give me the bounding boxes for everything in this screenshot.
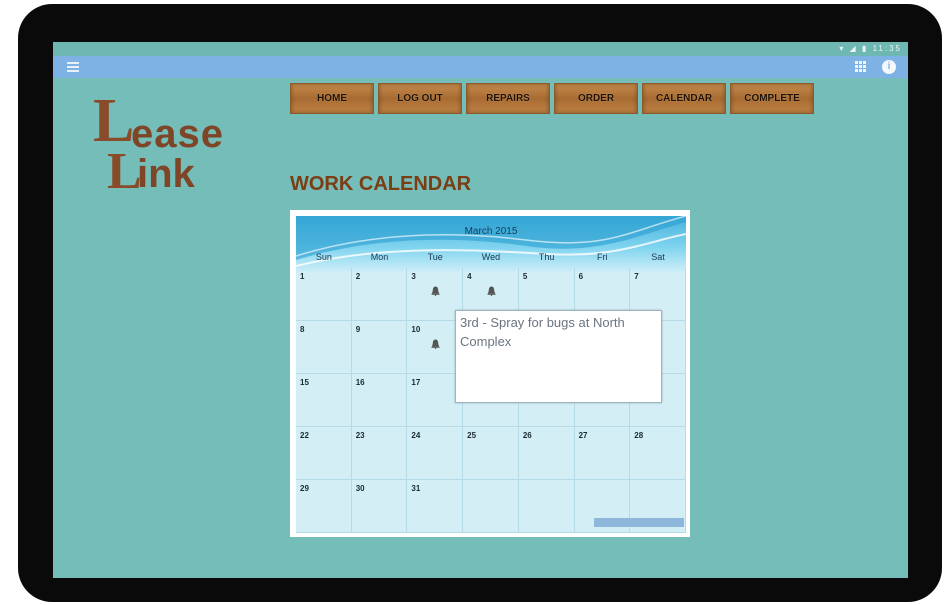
day-number: 3: [411, 272, 416, 281]
weekday-label: Tue: [427, 252, 443, 262]
day-cell[interactable]: 29: [296, 480, 352, 533]
day-number: 31: [411, 484, 421, 493]
bell-icon[interactable]: [431, 286, 440, 296]
day-cell[interactable]: 8: [296, 321, 352, 374]
weekday-label: Sun: [315, 252, 332, 262]
grid-icon[interactable]: [855, 61, 866, 72]
logo-word-ease: ease: [131, 112, 224, 156]
day-number: 30: [355, 484, 365, 493]
action-bar: i: [53, 56, 908, 78]
day-number: 29: [300, 484, 309, 493]
day-cell[interactable]: 23: [351, 427, 408, 480]
weekday-label: Mon: [370, 252, 389, 262]
event-popup-text: 3rd - Spray for bugs at North Complex: [460, 315, 625, 349]
calendar-header: March 2015 Sun Mon Tue Wed Thu Fri Sat: [296, 216, 686, 272]
day-number: 17: [411, 378, 421, 387]
day-number: 25: [467, 431, 477, 440]
menu-icon[interactable]: [67, 62, 79, 72]
calendar-footer-bar: [594, 518, 684, 527]
day-cell[interactable]: 31: [407, 480, 464, 533]
day-cell[interactable]: 28: [630, 427, 686, 480]
day-cell[interactable]: 1: [296, 268, 352, 321]
day-number: 28: [634, 431, 644, 440]
calendar-month-label: March 2015: [464, 226, 518, 237]
weekday-label: Thu: [538, 252, 555, 262]
weekday-header-row: Sun Mon Tue Wed Thu Fri Sat: [296, 252, 686, 262]
weekday-label: Wed: [481, 252, 501, 262]
nav-repairs-button[interactable]: REPAIRS: [466, 83, 550, 114]
info-icon[interactable]: i: [882, 60, 896, 74]
day-cell[interactable]: 24: [407, 427, 464, 480]
day-cell[interactable]: [518, 480, 575, 533]
day-number: 1: [300, 272, 305, 281]
day-number: 9: [355, 325, 361, 334]
day-number: 24: [411, 431, 421, 440]
day-number: 7: [634, 272, 639, 281]
day-cell[interactable]: 30: [351, 480, 408, 533]
app-screen: ▾ ◢ ▮ 11:35 i L ease L ink HOME LOG OUT …: [53, 42, 908, 578]
logo-word-ink: ink: [137, 152, 195, 196]
day-cell[interactable]: 25: [463, 427, 519, 480]
nav-complete-button[interactable]: COMPLETE: [730, 83, 814, 114]
day-cell[interactable]: 27: [574, 427, 631, 480]
header-wave-decoration: [296, 216, 686, 267]
nav-calendar-button[interactable]: CALENDAR: [642, 83, 726, 114]
lease-link-logo: L ease L ink: [93, 90, 253, 200]
day-number: 10: [411, 325, 421, 334]
weekday-label: Sat: [651, 252, 665, 262]
day-number: 16: [355, 378, 365, 387]
day-number: 27: [578, 431, 588, 440]
day-number: 2: [355, 272, 361, 281]
bell-icon[interactable]: [431, 339, 440, 349]
event-popup: 3rd - Spray for bugs at North Complex: [455, 310, 662, 403]
day-number: 8: [300, 325, 305, 334]
day-cell[interactable]: 9: [351, 321, 408, 374]
day-cell[interactable]: [463, 480, 519, 533]
day-cell[interactable]: 26: [518, 427, 575, 480]
status-time: 11:35: [872, 44, 902, 53]
nav-order-button[interactable]: ORDER: [554, 83, 638, 114]
day-number: 15: [300, 378, 309, 387]
nav-home-button[interactable]: HOME: [290, 83, 374, 114]
day-number: 23: [355, 431, 365, 440]
main-nav: HOME LOG OUT REPAIRS ORDER CALENDAR COMP…: [290, 83, 814, 114]
day-cell[interactable]: 16: [351, 374, 408, 427]
day-number: 5: [522, 272, 528, 281]
day-cell[interactable]: 15: [296, 374, 352, 427]
day-cell[interactable]: 2: [351, 268, 408, 321]
nav-logout-button[interactable]: LOG OUT: [378, 83, 462, 114]
day-cell[interactable]: 22: [296, 427, 352, 480]
page-title: WORK CALENDAR: [290, 173, 472, 195]
status-icons: ▾ ◢ ▮ 11:35: [839, 44, 902, 53]
day-number: 6: [578, 272, 584, 281]
weekday-label: Fri: [597, 252, 608, 262]
day-number: 22: [300, 431, 309, 440]
day-number: 4: [467, 272, 472, 281]
day-number: 26: [522, 431, 532, 440]
bell-icon[interactable]: [487, 286, 496, 296]
status-bar: ▾ ◢ ▮ 11:35: [53, 42, 908, 56]
